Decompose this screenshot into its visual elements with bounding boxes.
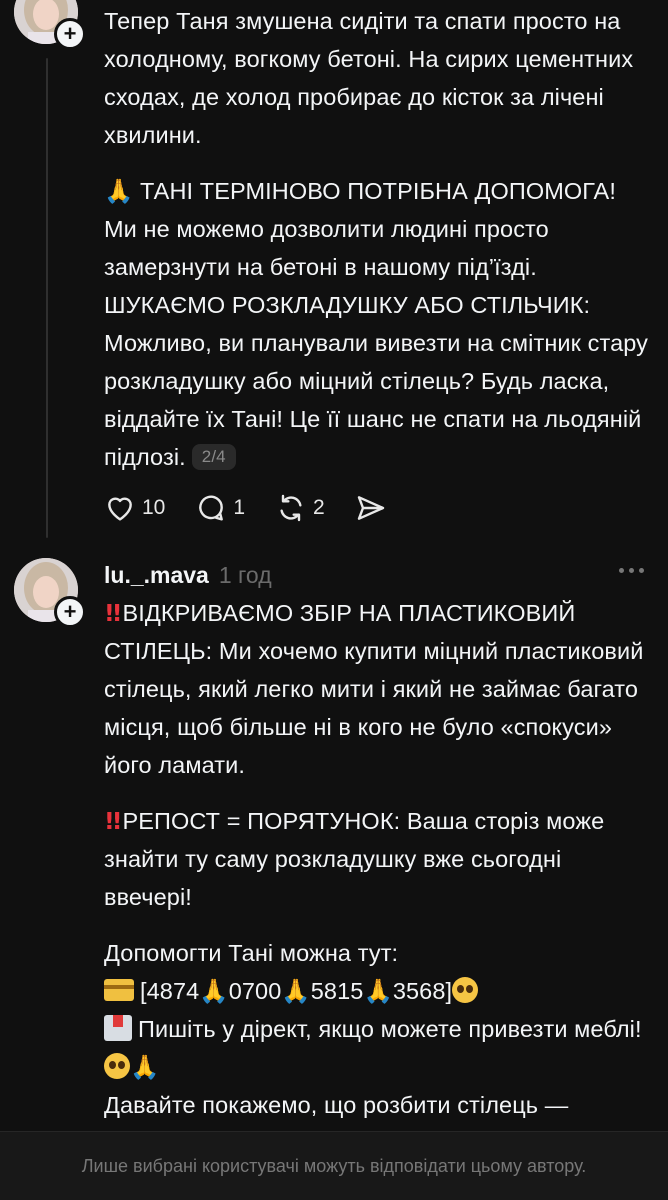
- post-paragraph: Допомогти Тані можна тут: [4874🙏0700🙏581…: [104, 934, 652, 1124]
- pleading-face-icon: [452, 977, 479, 1003]
- credit-card-icon: [104, 979, 134, 1001]
- reply-restriction-bar: Лише вибрані користувачі можуть відповід…: [0, 1131, 668, 1200]
- pray-icon: 🙏: [281, 977, 311, 1005]
- send-icon: [357, 496, 384, 520]
- card-number-part: 3568]: [392, 978, 453, 1004]
- emoji-line: 🙏: [104, 1053, 159, 1081]
- thread-feed: + Тепер Таня змушена сидіти та спати про…: [0, 0, 668, 1132]
- follow-plus-icon[interactable]: +: [54, 596, 86, 628]
- card-line: [4874🙏0700🙏5815🙏3568]: [104, 977, 479, 1005]
- post-paragraph: 🙏 ТАНІ ТЕРМІНОВО ПОТРІБНА ДОПОМОГА! Ми н…: [104, 172, 652, 476]
- post-paragraph-text: 🙏 ТАНІ ТЕРМІНОВО ПОТРІБНА ДОПОМОГА! Ми н…: [104, 178, 649, 470]
- repost-count: 2: [313, 496, 325, 519]
- like-count: 10: [142, 496, 166, 519]
- avatar[interactable]: +: [14, 0, 86, 50]
- double-exclamation-icon: !!: [104, 599, 123, 627]
- card-number-part: [4874: [140, 978, 200, 1004]
- pray-icon: 🙏: [363, 977, 393, 1005]
- post-paragraph-text: РЕПОСТ = ПОРЯТУНОК: Ваша сторіз може зна…: [104, 808, 605, 910]
- thread-line: [46, 58, 48, 538]
- direct-text: Пишіть у дірект, якщо можете привезти ме…: [138, 1016, 642, 1042]
- repost-button[interactable]: 2: [275, 492, 325, 524]
- post-paragraph: Тепер Таня змушена сидіти та спати прост…: [104, 8, 634, 148]
- username[interactable]: lu._.mava: [104, 562, 209, 589]
- page-indicator-badge: 2/4: [191, 444, 236, 470]
- last-line: Давайте покажемо, що розбити стілець —: [104, 1092, 569, 1118]
- pray-icon: 🙏: [130, 1053, 160, 1081]
- post-paragraph-text: ВІДКРИВАЄМО ЗБІР НА ПЛАСТИКОВИЙ СТІЛЕЦЬ:…: [104, 600, 644, 778]
- repost-icon: [280, 494, 302, 522]
- direct-line: Пишіть у дірект, якщо можете привезти ме…: [104, 1015, 642, 1042]
- pray-icon: 🙏: [199, 977, 229, 1005]
- post-paragraph: !! ВІДКРИВАЄМО ЗБІР НА ПЛАСТИКОВИЙ СТІЛЕЦ…: [104, 594, 652, 784]
- card-number-part: 5815: [310, 978, 364, 1004]
- heart-icon: [108, 497, 132, 521]
- post-header: lu._.mava 1 год: [104, 560, 644, 590]
- timestamp: 1 год: [218, 561, 272, 588]
- pleading-face-icon: [104, 1053, 130, 1079]
- avatar[interactable]: +: [14, 558, 86, 628]
- double-exclamation-icon: !!: [104, 807, 123, 835]
- inbox-tray-icon: [104, 1015, 132, 1041]
- share-button[interactable]: [355, 492, 387, 524]
- help-title: Допомогти Тані можна тут:: [104, 940, 399, 966]
- more-options-icon[interactable]: [619, 568, 644, 573]
- post-content: !! ВІДКРИВАЄМО ЗБІР НА ПЛАСТИКОВИЙ СТІЛЕЦ…: [104, 594, 652, 1124]
- post-actions: 10 1 2: [104, 492, 417, 524]
- reply-button[interactable]: 1: [195, 492, 245, 524]
- reply-restriction-text: Лише вибрані користувачі можуть відповід…: [81, 1155, 587, 1176]
- like-button[interactable]: 10: [104, 492, 165, 524]
- post-paragraph: !! РЕПОСТ = ПОРЯТУНОК: Ваша сторіз може з…: [104, 802, 652, 916]
- comment-icon: [199, 495, 224, 521]
- card-number-part: 0700: [228, 978, 282, 1004]
- post-content: Тепер Таня змушена сидіти та спати прост…: [104, 2, 652, 494]
- reply-count: 1: [233, 496, 246, 519]
- follow-plus-icon[interactable]: +: [54, 18, 86, 50]
